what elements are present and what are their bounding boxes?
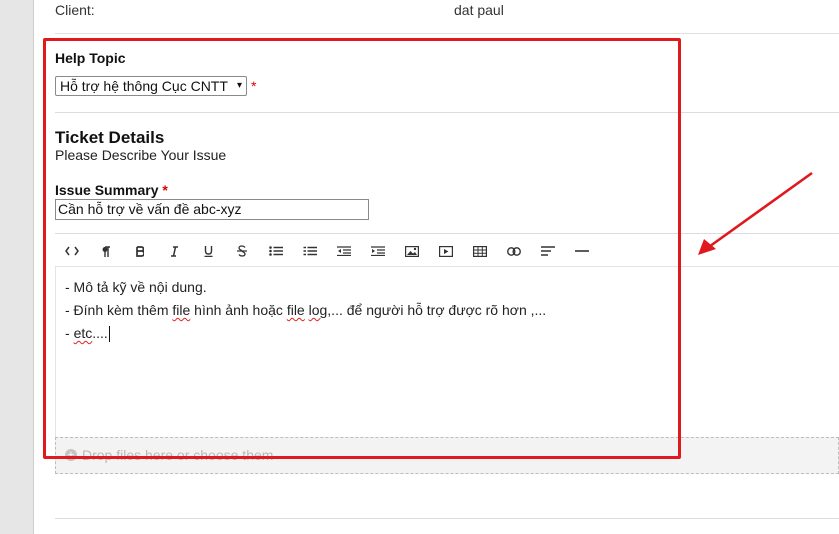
section-divider [55,518,839,519]
help-topic-selected-value: Hỗ trợ hệ thông Cục CNTT [60,78,228,94]
help-topic-label: Help Topic [55,50,126,66]
underline-icon[interactable] [196,240,220,262]
editor-line: - Đính kèm thêm file hình ảnh hoặc file … [65,299,830,322]
editor-text: hình ảnh hoặc [190,302,287,318]
ticket-details-heading: Ticket Details [55,128,165,147]
horizontal-rule-icon[interactable] [570,240,594,262]
paragraph-icon[interactable] [94,240,118,262]
editor-line: - etc.... [65,322,830,345]
bold-icon[interactable] [128,240,152,262]
ticket-details-description: Please Describe Your Issue [55,147,227,163]
chevron-down-icon: ▾ [236,80,242,91]
table-icon[interactable] [468,240,492,262]
editor-line: - Mô tả kỹ về nội dung. [65,279,207,295]
video-icon[interactable] [434,240,458,262]
ordered-list-icon[interactable] [298,240,322,262]
misspelled-word: etc [73,325,93,341]
client-value: dat paul [454,2,504,18]
rich-text-editor[interactable]: - Mô tả kỹ về nội dung. - Đính kèm thêm … [55,267,839,437]
editor-toolbar [55,233,839,267]
misspelled-word: log [308,302,328,318]
help-topic-select[interactable]: Hỗ trợ hệ thông Cục CNTT ▾ [55,76,247,96]
issue-summary-label-text: Issue Summary [55,182,159,198]
file-dropzone[interactable]: + Drop files here or choose them [55,437,839,474]
editor-text: ,... để người hỗ trợ được rõ hơn ,... [327,302,547,318]
client-label: Client: [55,2,95,18]
italic-icon[interactable] [162,240,186,262]
link-icon[interactable] [502,240,526,262]
left-gutter [0,0,34,534]
indent-icon[interactable] [366,240,390,262]
unordered-list-icon[interactable] [264,240,288,262]
outdent-icon[interactable] [332,240,356,262]
strikethrough-icon[interactable] [230,240,254,262]
issue-summary-input[interactable]: Cần hỗ trợ về vấn đề abc-xyz [55,199,369,220]
align-icon[interactable] [536,240,560,262]
upload-icon: + [65,449,77,461]
text-caret [108,326,110,343]
image-icon[interactable] [400,240,424,262]
misspelled-word: file [286,302,305,318]
misspelled-word: file [172,302,191,318]
section-divider [55,112,839,113]
issue-summary-required-mark: * [162,182,168,198]
code-icon[interactable] [60,240,84,262]
editor-text: .... [92,325,108,341]
editor-text: - Đính kèm thêm [65,302,173,318]
dropzone-text: Drop files here or choose them [82,447,274,463]
editor-text: - [65,325,74,341]
client-row: Client: dat paul [55,0,839,34]
help-topic-required-mark: * [251,78,257,94]
issue-summary-label: Issue Summary * [55,182,168,198]
